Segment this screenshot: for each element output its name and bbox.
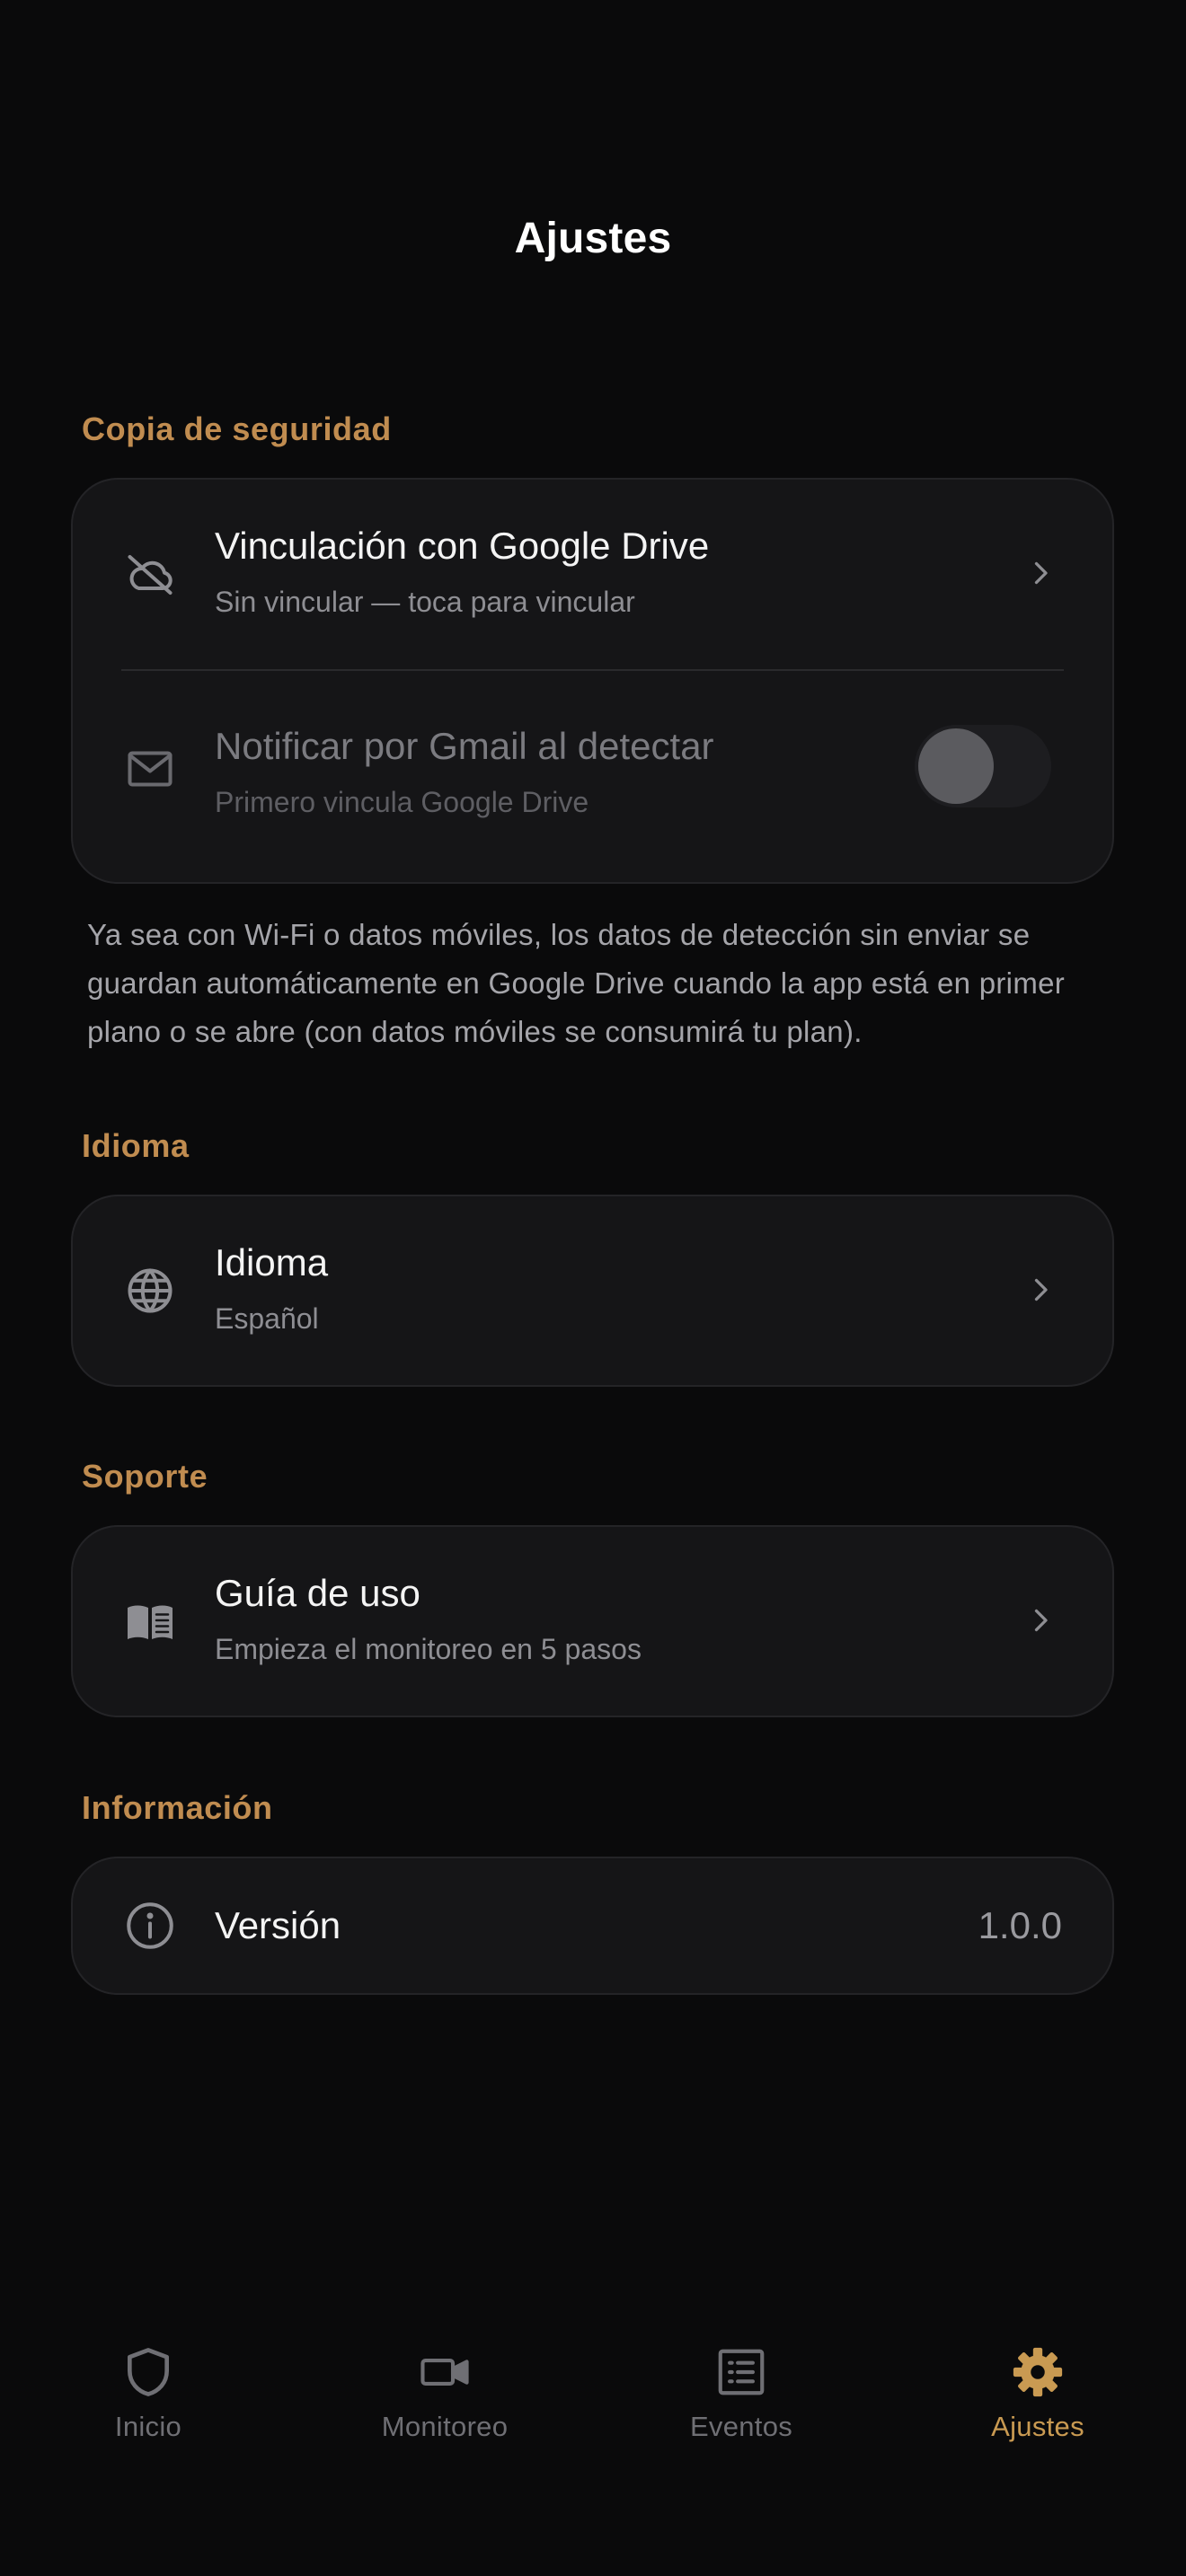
shield-icon: [128, 2348, 169, 2396]
user-guide-subtitle: Empieza el monitoreo en 5 pasos: [215, 1633, 642, 1665]
language-title: Idioma: [215, 1241, 329, 1284]
chevron-right-icon: [1034, 561, 1048, 585]
language-card: Idioma Español: [71, 1195, 1114, 1387]
section-header-backup: Copia de seguridad: [82, 410, 392, 447]
tab-label: Eventos: [689, 2411, 793, 2442]
google-drive-link-row[interactable]: Vinculación con Google Drive Sin vincula…: [73, 480, 1112, 670]
google-drive-link-title: Vinculación con Google Drive: [215, 525, 710, 567]
page-title: Ajustes: [514, 215, 672, 262]
gmail-notify-subtitle: Primero vincula Google Drive: [215, 786, 589, 818]
version-row: Versión 1.0.0: [73, 1858, 1112, 1993]
gmail-notify-title: Notificar por Gmail al detectar: [215, 725, 714, 767]
support-card: Guía de uso Empieza el monitoreo en 5 pa…: [71, 1525, 1114, 1717]
gear-icon: [1013, 2347, 1063, 2397]
toggle-knob: [918, 728, 994, 804]
backup-card: Vinculación con Google Drive Sin vincula…: [71, 478, 1114, 884]
tab-monitoreo[interactable]: Monitoreo: [355, 2344, 535, 2443]
info-card: Versión 1.0.0: [71, 1857, 1114, 1995]
globe-icon: [121, 1262, 179, 1319]
gmail-notify-row: Notificar por Gmail al detectar Primero …: [73, 671, 1112, 884]
version-label: Versión: [215, 1904, 341, 1946]
language-value: Español: [215, 1302, 319, 1335]
user-guide-row[interactable]: Guía de uso Empieza el monitoreo en 5 pa…: [73, 1527, 1112, 1716]
section-header-info: Información: [82, 1789, 273, 1826]
chevron-right-icon: [1034, 1609, 1048, 1632]
version-value: 1.0.0: [978, 1904, 1062, 1946]
bottom-tab-bar: Inicio Monitoreo Eventos Ajustes: [0, 2344, 1186, 2479]
cloud-off-icon: [121, 546, 179, 604]
mail-icon: [121, 740, 179, 798]
book-icon: [121, 1592, 179, 1650]
tab-inicio[interactable]: Inicio: [58, 2344, 238, 2443]
tab-label: Monitoreo: [381, 2411, 509, 2442]
tab-label: Inicio: [114, 2411, 182, 2442]
tab-eventos[interactable]: Eventos: [651, 2344, 831, 2443]
video-camera-icon: [420, 2359, 469, 2386]
tab-label: Ajustes: [991, 2411, 1084, 2442]
tab-ajustes[interactable]: Ajustes: [948, 2344, 1128, 2443]
section-header-language: Idioma: [82, 1127, 190, 1164]
info-icon: [121, 1897, 179, 1954]
section-header-support: Soporte: [82, 1458, 208, 1495]
gmail-notify-toggle[interactable]: [915, 725, 1051, 807]
list-icon: [718, 2349, 765, 2395]
google-drive-link-subtitle: Sin vincular — toca para vincular: [215, 586, 635, 618]
chevron-right-icon: [1034, 1278, 1048, 1301]
user-guide-title: Guía de uso: [215, 1572, 420, 1614]
language-row[interactable]: Idioma Español: [73, 1196, 1112, 1385]
backup-info-note: Ya sea con Wi-Fi o datos móviles, los da…: [87, 918, 1066, 1048]
